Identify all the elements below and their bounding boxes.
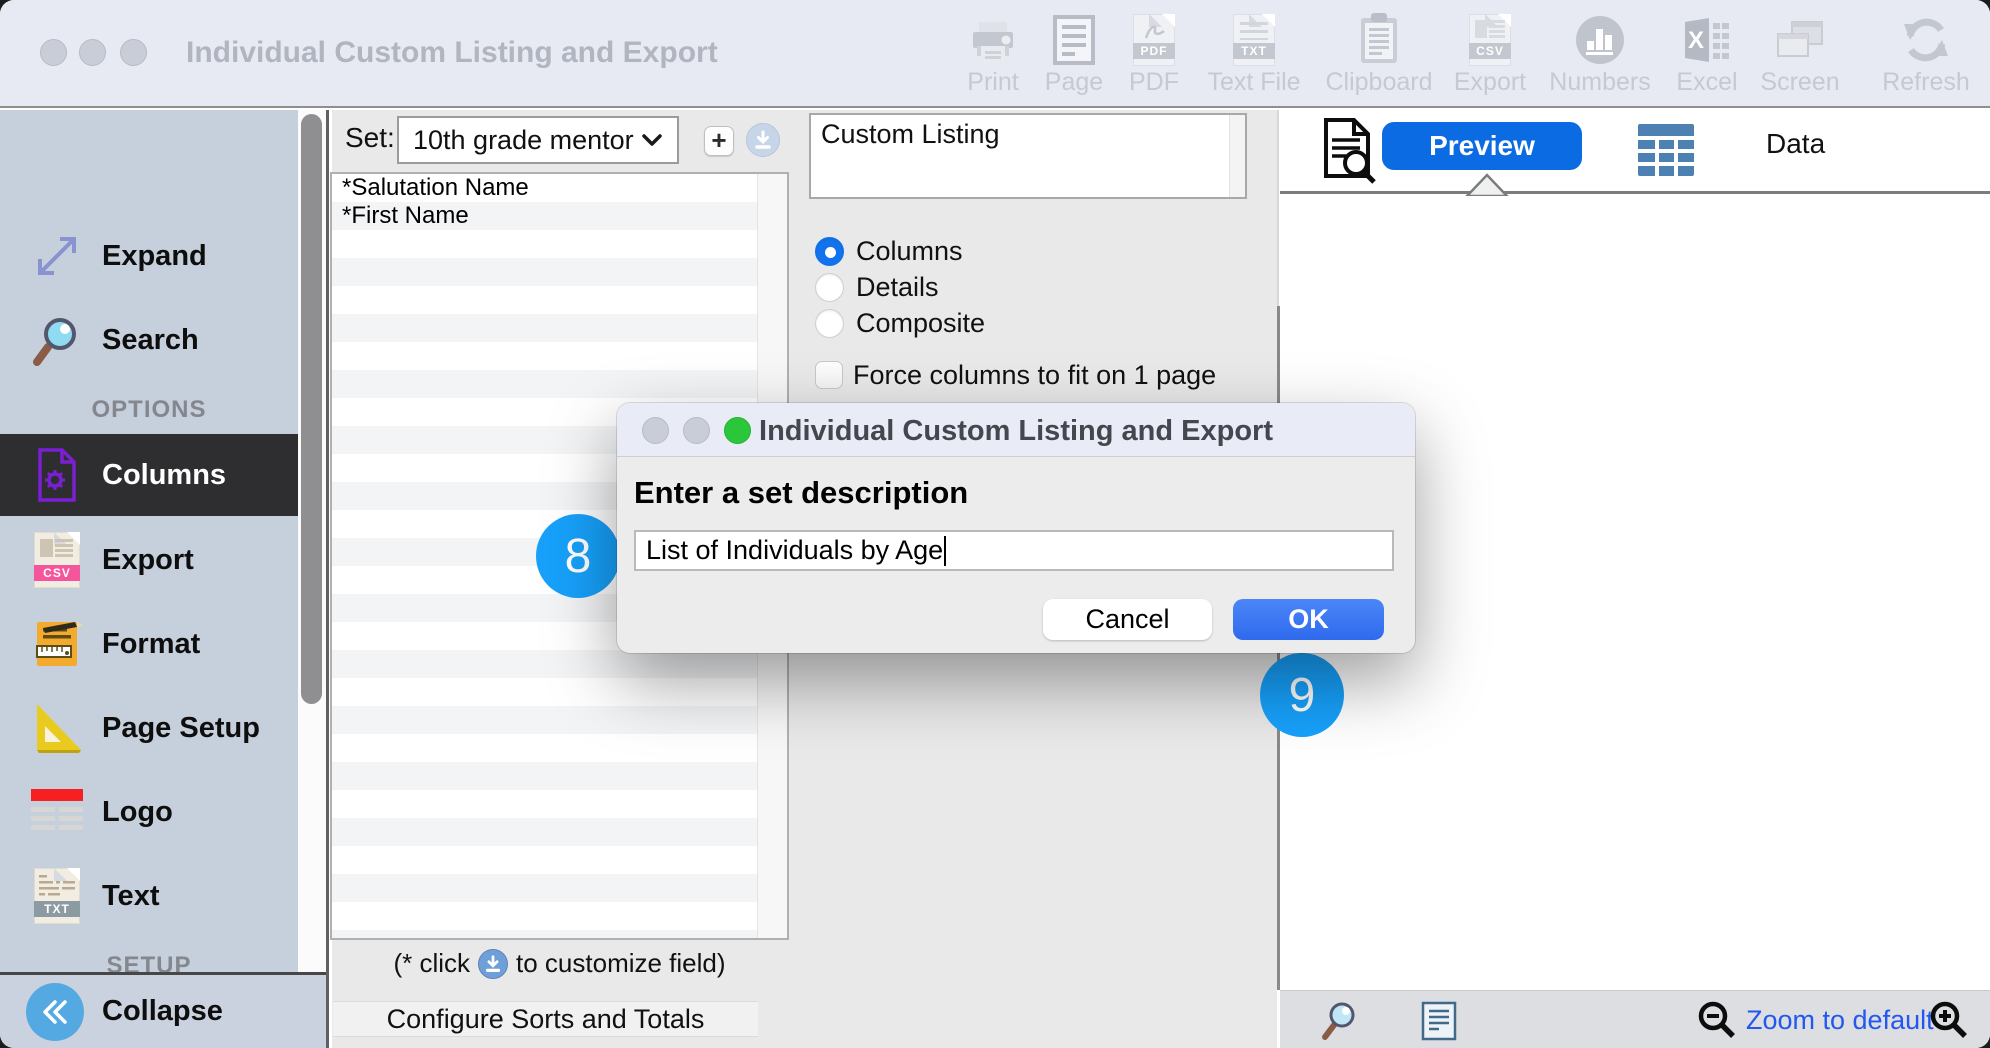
dialog-prompt: Enter a set description [634,475,968,511]
field-list-item[interactable]: *Salutation Name [332,174,753,202]
radio-columns[interactable]: Columns [815,234,963,268]
radio-selected-icon [815,237,844,266]
configure-sorts-button[interactable]: Configure Sorts and Totals [333,1001,758,1037]
magnifier-tool-icon[interactable] [1320,999,1360,1046]
sidebar-item-columns[interactable]: Columns [0,434,298,516]
set-label: Set: [345,122,395,154]
custom-listing-textarea[interactable]: Custom Listing [809,113,1247,199]
force-fit-checkbox[interactable]: Force columns to fit on 1 page [815,358,1216,392]
window-title: Individual Custom Listing and Export [186,36,718,70]
window-minimize-button[interactable] [79,39,106,66]
txt-file-icon: TXT [26,867,88,925]
radio-icon [815,309,844,338]
sidebar-item-expand[interactable]: Expand [0,222,298,290]
search-icon [26,311,88,369]
csv-file-icon: CSV [26,531,88,589]
window-titlebar: Individual Custom Listing and Export Pri… [0,0,1990,108]
numbers-chart-icon [1574,10,1626,66]
add-set-button[interactable]: + [704,126,734,156]
toolbar-refresh-button[interactable]: Refresh [1856,10,1990,97]
sidebar-scrollbar[interactable] [298,110,326,972]
sidebar-item-format[interactable]: Format [0,604,298,684]
data-table-icon [1636,122,1696,183]
logo-icon [26,783,88,841]
text-caret [944,536,946,566]
step-badge-8: 8 [536,514,620,598]
excel-icon: X [1681,10,1733,66]
set-select-dropdown[interactable]: 10th grade mentor [397,116,679,164]
sidebar-item-page-setup[interactable]: Page Setup [0,688,298,768]
sidebar-collapse-button[interactable]: Collapse [0,972,326,1048]
zoom-in-icon[interactable] [1928,999,1970,1046]
tab-data[interactable]: Data [1766,128,1825,160]
preview-header: Preview Data [1280,110,1990,194]
panel-divider-top [1277,110,1279,306]
radio-details[interactable]: Details [815,270,939,304]
sidebar-item-logo[interactable]: Logo [0,772,298,852]
csv-file-icon: CSV [1469,10,1511,66]
sidebar-item-export[interactable]: CSV Export [0,520,298,600]
sidebar-item-text[interactable]: TXT Text [0,856,298,936]
sidebar-item-search[interactable]: Search [0,302,298,378]
sidebar-options-header: OPTIONS [0,396,298,424]
dialog-titlebar: Individual Custom Listing and Export [617,403,1415,457]
app-window: Individual Custom Listing and Export Pri… [0,0,1990,1048]
field-list-item[interactable]: *First Name [332,202,753,230]
report-list-icon[interactable] [1420,1001,1458,1046]
screen-windows-icon [1774,10,1826,66]
collapse-chevrons-icon [26,983,84,1041]
refresh-icon [1900,10,1952,66]
customize-field-icon [478,949,508,979]
toolbar-text-file-button[interactable]: TXT Text File [1184,10,1324,97]
pdf-file-icon: PDF [1133,10,1175,66]
zoom-out-icon[interactable] [1696,999,1738,1046]
zoom-to-default-link[interactable]: Zoom to default [1746,1005,1934,1036]
checkbox-icon [815,361,843,389]
tab-preview[interactable]: Preview [1382,122,1582,170]
sidebar-scrollbar-thumb[interactable] [301,114,322,704]
txt-file-icon: TXT [1233,10,1275,66]
svg-text:X: X [1688,27,1704,54]
chevron-down-icon [641,133,663,147]
toolbar-screen-button[interactable]: Screen [1730,10,1870,97]
radio-icon [815,273,844,302]
columns-gear-icon [26,446,88,504]
custom-listing-scrollbar[interactable] [1229,115,1245,197]
set-square-icon [26,699,88,757]
clipboard-icon [1355,10,1403,66]
customize-field-hint: (* click to customize field) [330,948,789,979]
window-close-button[interactable] [40,39,67,66]
ok-button[interactable]: OK [1233,599,1384,640]
preview-bottom-bar: Zoom to default [1280,990,1990,1048]
dialog-title: Individual Custom Listing and Export [617,415,1415,448]
tab-notch-icon [1465,173,1509,201]
customize-field-button-disabled [746,123,780,157]
cancel-button[interactable]: Cancel [1043,599,1212,640]
format-pencil-icon [26,615,88,673]
expand-arrows-icon [26,227,88,285]
window-zoom-button[interactable] [120,39,147,66]
preview-document-icon [1316,116,1378,191]
step-badge-9: 9 [1260,653,1344,737]
sidebar: Expand Search OPTIONS Columns CSV Export [0,110,329,1048]
radio-composite[interactable]: Composite [815,306,985,340]
set-description-input[interactable]: List of Individuals by Age [634,530,1394,571]
set-description-dialog: Individual Custom Listing and Export Ent… [617,403,1415,653]
